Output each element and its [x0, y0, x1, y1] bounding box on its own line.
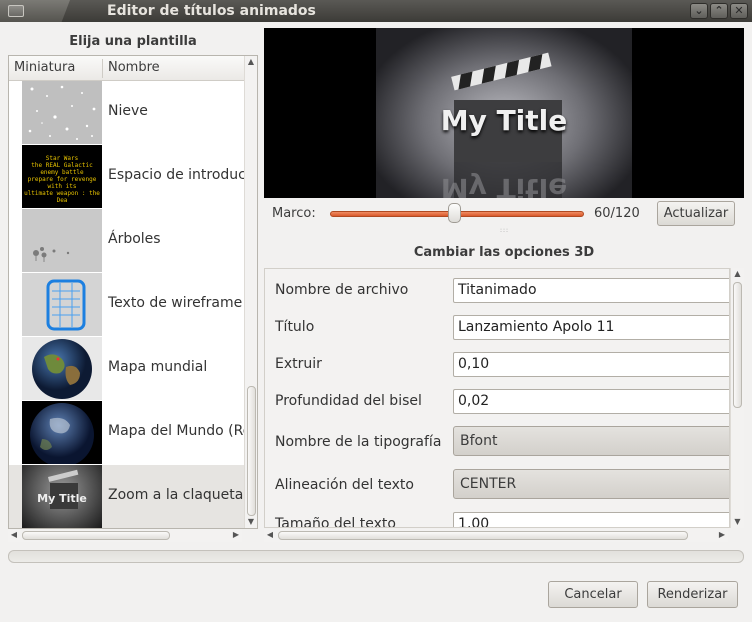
option-label: Nombre de archivo	[275, 282, 409, 298]
template-name: Texto de wireframe	[108, 295, 243, 311]
options-panel: Nombre de archivo Titanimado Título Lanz…	[264, 268, 730, 528]
template-list-header: Miniatura Nombre	[9, 56, 245, 81]
template-item-nieve[interactable]: Nieve	[9, 81, 245, 145]
option-label: Profundidad del bisel	[275, 393, 422, 409]
frame-slider-handle[interactable]	[448, 203, 461, 223]
space-text-line: prepare for revenge with its	[27, 176, 97, 190]
scroll-right-icon[interactable]: ▶	[716, 529, 728, 542]
options-heading: Cambiar las opciones 3D	[413, 245, 595, 260]
scroll-down-icon[interactable]: ▼	[731, 516, 744, 528]
frame-value: 60/120	[594, 206, 640, 221]
template-item-espacio[interactable]: Star Wars the REAL Galactic enemy battle…	[9, 145, 257, 209]
maximize-button[interactable]: ⌃	[710, 3, 728, 19]
template-heading: Elija una plantilla	[69, 34, 197, 49]
trees-thumbnail	[22, 209, 102, 272]
title-preview: My Title My Title	[264, 28, 744, 198]
template-name: Nieve	[108, 103, 148, 119]
option-label: Nombre de la tipografía	[275, 434, 442, 450]
minimize-button[interactable]: ⌄	[690, 3, 708, 19]
scrollbar-thumb[interactable]	[247, 386, 256, 516]
template-item-mapa-mundo[interactable]: Mapa del Mundo (Rep	[9, 401, 257, 465]
option-label: Título	[275, 319, 315, 335]
space-text-line: ultimate weapon : the Dea	[24, 190, 100, 204]
column-header-thumbnail[interactable]: Miniatura	[14, 60, 75, 75]
wireframe-thumbnail	[22, 273, 102, 336]
template-name: Zoom a la claqueta	[108, 487, 244, 503]
scroll-left-icon[interactable]: ◀	[8, 529, 20, 542]
space-text-line: Star Wars	[45, 155, 79, 162]
template-name: Mapa mundial	[108, 359, 208, 375]
space-text-line: the REAL Galactic	[31, 162, 93, 169]
template-item-wireframe[interactable]: Texto de wireframe	[9, 273, 245, 337]
scrollbar-thumb[interactable]	[733, 282, 742, 408]
template-name: Mapa del Mundo (Rep	[108, 423, 258, 439]
close-button[interactable]: ✕	[730, 3, 748, 19]
window-icon	[8, 5, 24, 17]
extrude-input[interactable]: 0,10	[453, 352, 729, 377]
template-list-vscroll[interactable]: ▲ ▼	[244, 56, 257, 528]
template-name: Espacio de introducción	[108, 167, 257, 183]
filename-input[interactable]: Titanimado	[453, 278, 729, 303]
template-list-hscroll[interactable]: ◀ ▶	[8, 529, 242, 542]
scrollbar-thumb[interactable]	[278, 531, 688, 540]
snow-thumbnail	[22, 81, 102, 144]
window-menu-button[interactable]	[0, 0, 70, 22]
options-vscroll[interactable]: ▲ ▼	[730, 268, 744, 528]
render-progress-bar	[8, 550, 744, 563]
scroll-right-icon[interactable]: ▶	[230, 529, 242, 542]
template-name: Árboles	[108, 231, 161, 247]
globe-thumbnail	[22, 337, 102, 400]
scroll-up-icon[interactable]: ▲	[245, 56, 257, 68]
earth-thumbnail	[22, 401, 102, 464]
title-input[interactable]: Lanzamiento Apolo 11	[453, 315, 729, 340]
clapper-thumbnail: My Title	[22, 465, 102, 528]
option-label: Tamaño del texto	[275, 516, 396, 528]
template-item-arboles[interactable]: Árboles	[9, 209, 245, 273]
font-name-select[interactable]: Bfont	[453, 426, 729, 456]
space-text-line: enemy battle	[40, 169, 84, 176]
title-bar: Editor de títulos animados ⌄ ⌃ ✕	[0, 0, 752, 22]
text-align-select[interactable]: CENTER	[453, 469, 729, 499]
option-label: Extruir	[275, 356, 322, 372]
scroll-left-icon[interactable]: ◀	[264, 529, 276, 542]
option-label: Alineación del texto	[275, 477, 414, 493]
frame-label: Marco:	[272, 206, 316, 221]
space-intro-thumbnail: Star Wars the REAL Galactic enemy battle…	[22, 145, 102, 208]
scroll-up-icon[interactable]: ▲	[731, 268, 744, 280]
clapper-thumb-title: My Title	[37, 492, 87, 505]
preview-title-text: My Title	[440, 104, 568, 137]
template-item-claqueta[interactable]: My Title Zoom a la claqueta	[9, 465, 245, 528]
cancel-button[interactable]: Cancelar	[548, 581, 638, 608]
bevel-depth-input[interactable]: 0,02	[453, 389, 729, 414]
window-title: Editor de títulos animados	[107, 3, 316, 19]
scroll-down-icon[interactable]: ▼	[245, 516, 257, 528]
splitter-handle[interactable]: :::	[500, 227, 509, 234]
template-list[interactable]: Miniatura Nombre Nieve Star Wars the REA…	[8, 55, 258, 529]
text-size-input[interactable]: 1,00	[453, 512, 729, 527]
render-button[interactable]: Renderizar	[647, 581, 738, 608]
scrollbar-thumb[interactable]	[22, 531, 170, 540]
preview-title-reflection: My Title	[440, 172, 568, 198]
update-button[interactable]: Actualizar	[657, 201, 735, 226]
template-item-mapa-mundial[interactable]: Mapa mundial	[9, 337, 245, 401]
column-header-name[interactable]: Nombre	[108, 60, 160, 75]
options-hscroll[interactable]: ◀ ▶	[264, 529, 728, 542]
